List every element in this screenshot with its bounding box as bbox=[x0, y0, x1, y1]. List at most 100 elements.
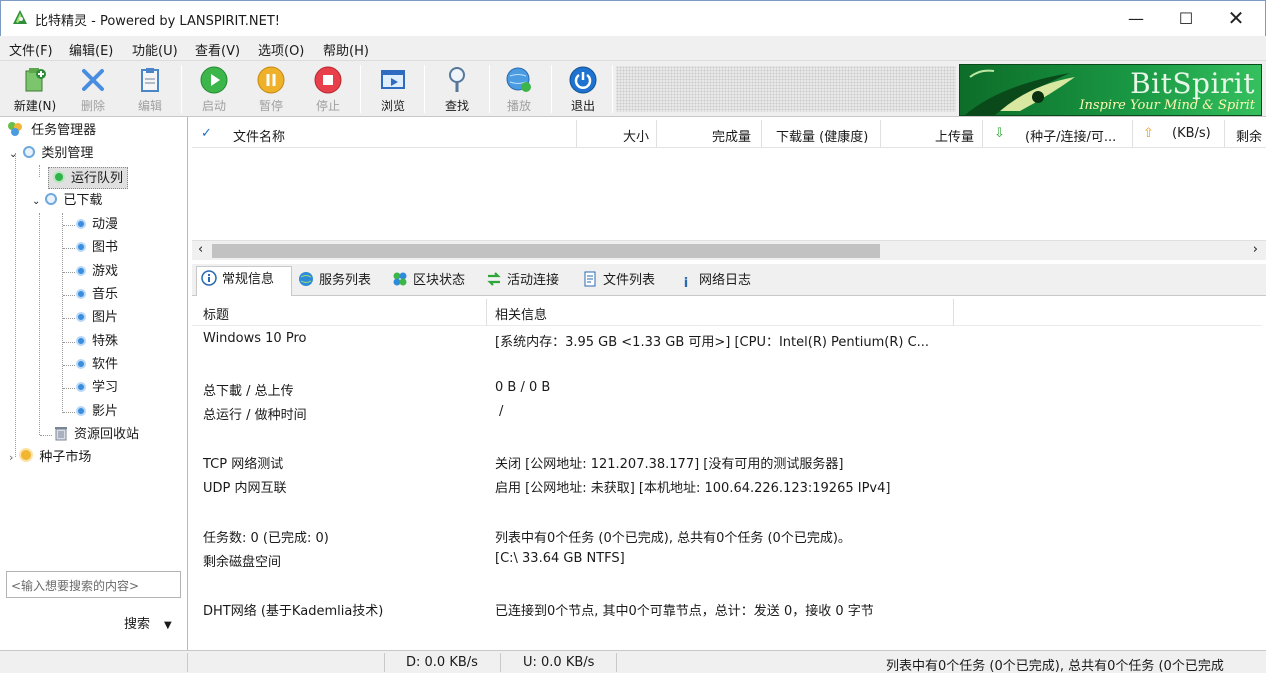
column-divider[interactable] bbox=[953, 299, 954, 326]
delete-x-icon bbox=[82, 69, 104, 91]
info-key: UDP 内网互联 bbox=[203, 481, 287, 496]
column-seeds-connections[interactable]: (种子/连接/可... bbox=[1025, 126, 1116, 145]
column-divider[interactable] bbox=[1224, 120, 1225, 147]
find-magnifier-icon bbox=[449, 67, 465, 92]
edit-button[interactable]: 编辑 bbox=[122, 63, 178, 115]
browse-window-icon bbox=[381, 70, 405, 89]
find-button[interactable]: 查找 bbox=[429, 63, 485, 115]
tab-label: 区块状态 bbox=[413, 273, 466, 288]
tree-item-study[interactable]: 学习 bbox=[76, 377, 118, 399]
tab-general-info[interactable]: 常规信息 bbox=[196, 266, 292, 297]
column-filename[interactable]: 文件名称 bbox=[233, 126, 285, 145]
tree-item-special[interactable]: 特殊 bbox=[76, 331, 118, 353]
column-divider[interactable] bbox=[761, 120, 762, 147]
close-button[interactable]: ✕ bbox=[1211, 1, 1261, 35]
column-remaining[interactable]: 剩余 bbox=[1236, 126, 1262, 145]
maximize-button[interactable]: ☐ bbox=[1161, 1, 1211, 35]
tree-downloaded[interactable]: ⌄ 已下载 bbox=[32, 190, 102, 212]
browse-button[interactable]: 浏览 bbox=[365, 63, 421, 115]
play-button[interactable]: 播放 bbox=[491, 63, 547, 115]
toolbar-separator bbox=[612, 65, 613, 113]
play-label: 播放 bbox=[506, 99, 531, 113]
delete-label: 删除 bbox=[80, 99, 105, 113]
column-downloaded[interactable]: 下载量 (健康度) bbox=[776, 126, 868, 145]
pause-button[interactable]: 暂停 bbox=[243, 63, 299, 115]
menu-options[interactable]: 选项(O) bbox=[258, 40, 304, 59]
tree-item-label: 学习 bbox=[92, 380, 119, 395]
downloaded-label: 已下载 bbox=[63, 193, 103, 208]
column-size[interactable]: 大小 bbox=[623, 126, 649, 145]
menu-file[interactable]: 文件(F) bbox=[9, 40, 53, 59]
tree-item-music[interactable]: 音乐 bbox=[76, 284, 118, 306]
column-divider[interactable] bbox=[486, 299, 487, 326]
info-table-header: 标题 相关信息 bbox=[192, 299, 1262, 326]
exit-button[interactable]: 退出 bbox=[555, 63, 611, 115]
tab-active-connections[interactable]: 活动连接 bbox=[482, 268, 559, 296]
info-column-detail[interactable]: 相关信息 bbox=[495, 304, 547, 323]
tree-item-movies[interactable]: 影片 bbox=[76, 401, 118, 423]
tab-server-list[interactable]: 服务列表 bbox=[294, 268, 371, 296]
seed-market-node-icon bbox=[19, 448, 34, 462]
tree-guide-line bbox=[63, 295, 75, 296]
info-key: 总下載 / 总上传 bbox=[203, 384, 294, 399]
tree-item-software[interactable]: 软件 bbox=[76, 354, 118, 376]
info-row-tcp-test: TCP 网络测试 关闭 [公网地址: 121.207.38.177] [没有可用的… bbox=[192, 450, 1266, 474]
menu-view[interactable]: 查看(V) bbox=[195, 40, 240, 59]
tree-item-label: 影片 bbox=[92, 404, 119, 419]
scrollbar-thumb[interactable] bbox=[212, 244, 880, 258]
column-divider[interactable] bbox=[656, 120, 657, 147]
dropdown-arrow-icon[interactable]: ▼ bbox=[164, 620, 172, 631]
menu-function[interactable]: 功能(U) bbox=[132, 40, 178, 59]
tree-item-label: 游戏 bbox=[92, 264, 119, 279]
edit-label: 编辑 bbox=[137, 99, 162, 113]
tree-item-books[interactable]: 图书 bbox=[76, 237, 118, 259]
info-row-total-transfer: 总下載 / 总上传 0 B / 0 B bbox=[192, 377, 1266, 401]
chevron-down-icon[interactable]: ⌄ bbox=[9, 149, 17, 160]
tree-seed-market[interactable]: › 种子市场 bbox=[9, 447, 91, 469]
tree-item-anime[interactable]: 动漫 bbox=[76, 214, 118, 236]
tree-recycle-bin[interactable]: 资源回收站 bbox=[53, 424, 139, 446]
scroll-right-icon[interactable]: › bbox=[1253, 242, 1258, 257]
search-button[interactable]: 搜索 ▼ bbox=[124, 613, 172, 632]
blue-node-icon bbox=[76, 312, 86, 322]
tab-block-status[interactable]: 区块状态 bbox=[388, 268, 465, 296]
scroll-left-icon[interactable]: ‹ bbox=[198, 242, 203, 257]
stop-button[interactable]: 停止 bbox=[300, 63, 356, 115]
info-key: 总运行 / 做种时间 bbox=[203, 408, 307, 423]
column-completed[interactable]: 完成量 bbox=[712, 126, 751, 145]
menu-help[interactable]: 帮助(H) bbox=[323, 40, 369, 59]
tree-guide-line bbox=[39, 165, 40, 177]
start-button[interactable]: 启动 bbox=[186, 63, 242, 115]
task-list-body[interactable] bbox=[192, 148, 1266, 240]
play-circle-icon bbox=[200, 66, 228, 94]
tree-item-games[interactable]: 游戏 bbox=[76, 261, 118, 283]
info-column-title[interactable]: 标题 bbox=[203, 304, 229, 323]
menu-edit[interactable]: 编辑(E) bbox=[69, 40, 113, 59]
category-node-icon bbox=[23, 146, 36, 158]
exit-label: 退出 bbox=[570, 99, 595, 113]
column-uploaded[interactable]: 上传量 bbox=[935, 126, 974, 145]
status-divider bbox=[384, 653, 385, 672]
tree-category[interactable]: ⌄ 类别管理 bbox=[9, 143, 93, 165]
column-divider[interactable] bbox=[1132, 120, 1133, 147]
column-rate[interactable]: (KB/s) bbox=[1172, 126, 1211, 141]
column-divider[interactable] bbox=[880, 120, 881, 147]
tab-network-log[interactable]: i 网络日志 bbox=[674, 268, 751, 296]
tree-running-queue[interactable]: 运行队列 bbox=[48, 167, 129, 189]
new-button[interactable]: 新建(N) bbox=[7, 63, 63, 115]
column-divider[interactable] bbox=[576, 120, 577, 147]
tab-file-list[interactable]: 文件列表 bbox=[578, 268, 655, 296]
chevron-right-icon[interactable]: › bbox=[9, 451, 13, 464]
tree-root-task-manager[interactable]: 任务管理器 bbox=[7, 120, 96, 142]
horizontal-scrollbar[interactable]: ‹ › bbox=[192, 240, 1266, 260]
delete-button[interactable]: 删除 bbox=[65, 63, 121, 115]
search-input[interactable]: <输入想要搜索的内容> bbox=[6, 571, 181, 598]
chevron-down-icon[interactable]: ⌄ bbox=[32, 196, 40, 207]
info-row-udp-lan: UDP 内网互联 启用 [公网地址: 未获取] [本机地址: 100.64.226… bbox=[192, 474, 1266, 498]
column-divider[interactable] bbox=[982, 120, 983, 147]
minimize-button[interactable]: — bbox=[1111, 1, 1161, 35]
browse-label: 浏览 bbox=[380, 99, 405, 113]
select-all-check-icon[interactable]: ✓ bbox=[201, 126, 212, 141]
connections-icon bbox=[487, 272, 501, 286]
tree-item-pictures[interactable]: 图片 bbox=[76, 307, 118, 329]
